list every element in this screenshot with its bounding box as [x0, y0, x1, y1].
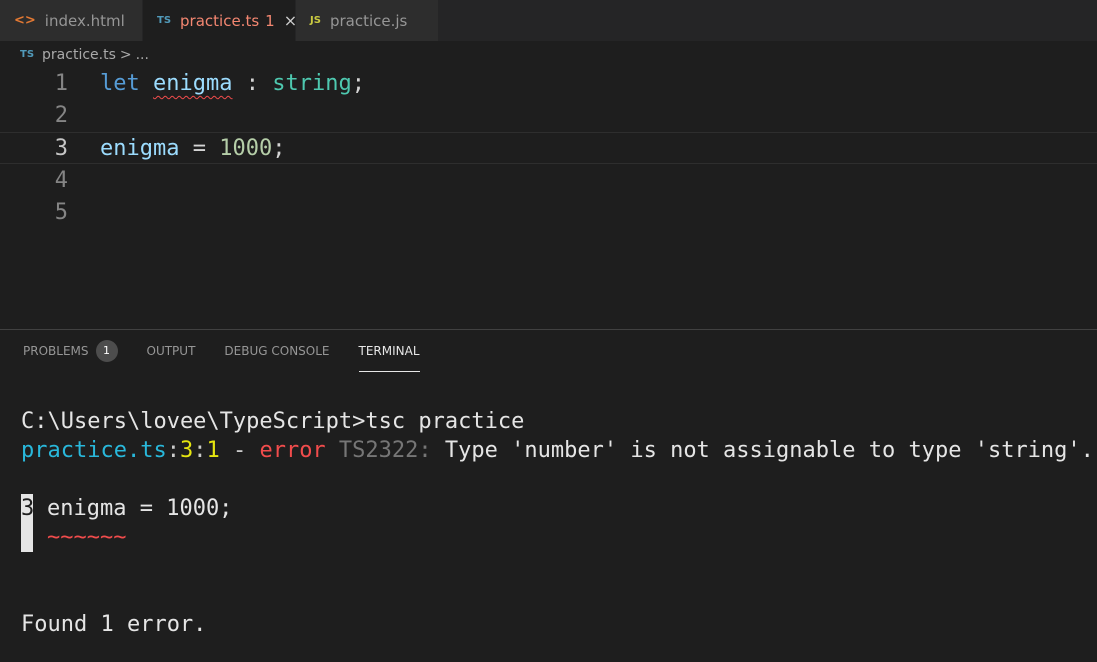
line-number: 4 — [54, 168, 68, 193]
terminal-output[interactable]: C:\Users\lovee\TypeScript>tsc practice p… — [21, 407, 1094, 637]
error-file: practice.ts — [21, 438, 167, 463]
code-line-current: 3 enigma = 1000; — [0, 132, 1097, 164]
breadcrumb: TS practice.ts > ... — [0, 41, 1097, 68]
snippet-line-number: 3 — [21, 494, 35, 523]
tab-label: OUTPUT — [146, 344, 196, 358]
breadcrumb-separator: > — [119, 46, 132, 63]
editor-tab-bar: <> index.html TS practice.ts 1 × JS prac… — [0, 0, 1097, 41]
javascript-file-icon: JS — [310, 15, 321, 26]
terminal-squiggle-line: ~~~~~~ — [21, 523, 126, 552]
code-text: let enigma : string; — [100, 68, 365, 100]
terminal-snippet-line: 3 enigma = 1000; — [21, 494, 232, 523]
tab-label: practice.js — [329, 11, 408, 30]
tab-label: DEBUG CONSOLE — [224, 344, 330, 358]
code-line: 2 — [0, 100, 1097, 132]
breadcrumb-file[interactable]: practice.ts — [42, 47, 116, 63]
number-literal: 1000 — [219, 136, 273, 161]
problems-count-badge: 1 — [95, 340, 118, 362]
error-message: Type 'number' is not assignable to type … — [431, 438, 1094, 463]
tab-practice-js[interactable]: JS practice.js — [296, 0, 439, 41]
line-number: 3 — [54, 136, 68, 161]
statement-end: ; — [272, 136, 286, 161]
terminal-command: C:\Users\lovee\TypeScript>tsc practice — [21, 409, 525, 434]
line-number: 2 — [54, 103, 68, 128]
code-editor[interactable]: 1 let enigma : string; 2 3 enigma = 1000… — [0, 68, 1097, 329]
typescript-file-icon: TS — [20, 49, 35, 60]
error-squiggle: ~~~~~~ — [47, 525, 127, 550]
error-column-number: 1 — [206, 438, 220, 463]
panel-tabs: PROBLEMS 1 OUTPUT DEBUG CONSOLE TERMINAL — [0, 330, 449, 372]
typescript-file-icon: TS — [157, 15, 172, 26]
terminal-summary-line: Found 1 error. — [21, 610, 206, 639]
error-dash: - — [219, 438, 260, 463]
code-line: 5 — [0, 197, 1097, 229]
variable: enigma — [100, 136, 180, 161]
tab-index-html[interactable]: <> index.html — [0, 0, 143, 41]
breadcrumb-more[interactable]: ... — [136, 47, 149, 63]
code-text: enigma = 1000; — [100, 133, 285, 165]
operator: = — [179, 136, 220, 161]
tab-label: index.html — [44, 11, 125, 30]
line-number: 5 — [54, 200, 68, 225]
variable-with-error: enigma — [153, 71, 233, 96]
statement-end: ; — [351, 71, 365, 96]
tab-label: practice.ts — [180, 11, 260, 30]
error-code: TS2322: — [325, 438, 432, 463]
code-line: 1 let enigma : string; — [0, 68, 1097, 100]
tab-label: PROBLEMS — [23, 344, 89, 358]
tab-practice-ts[interactable]: TS practice.ts 1 × — [143, 0, 297, 41]
terminal-command-line: C:\Users\lovee\TypeScript>tsc practice — [21, 407, 524, 436]
tab-debug-console[interactable]: DEBUG CONSOLE — [224, 330, 329, 372]
error-line-number: 3 — [179, 438, 194, 463]
snippet-gutter — [21, 523, 33, 552]
tab-output[interactable]: OUTPUT — [147, 330, 196, 372]
html-file-icon: <> — [14, 13, 36, 28]
error-label: error — [259, 438, 326, 463]
terminal-error-line: practice.ts:3:1 - error TS2322: Type 'nu… — [21, 436, 1094, 465]
error-colon: : — [166, 438, 180, 463]
bottom-panel: PROBLEMS 1 OUTPUT DEBUG CONSOLE TERMINAL… — [0, 329, 1097, 662]
line-number: 1 — [54, 71, 68, 96]
type-annotation: string — [272, 71, 352, 96]
tab-problems[interactable]: PROBLEMS 1 — [23, 330, 118, 372]
error-summary: Found 1 error. — [21, 612, 207, 637]
keyword: let — [100, 71, 140, 96]
error-colon: : — [193, 438, 207, 463]
type-separator: : — [232, 71, 273, 96]
snippet-code: enigma = 1000; — [47, 496, 233, 521]
tab-label: TERMINAL — [358, 344, 420, 358]
problem-count-badge: 1 — [265, 11, 275, 30]
tab-terminal[interactable]: TERMINAL — [358, 330, 420, 372]
code-line: 4 — [0, 165, 1097, 197]
